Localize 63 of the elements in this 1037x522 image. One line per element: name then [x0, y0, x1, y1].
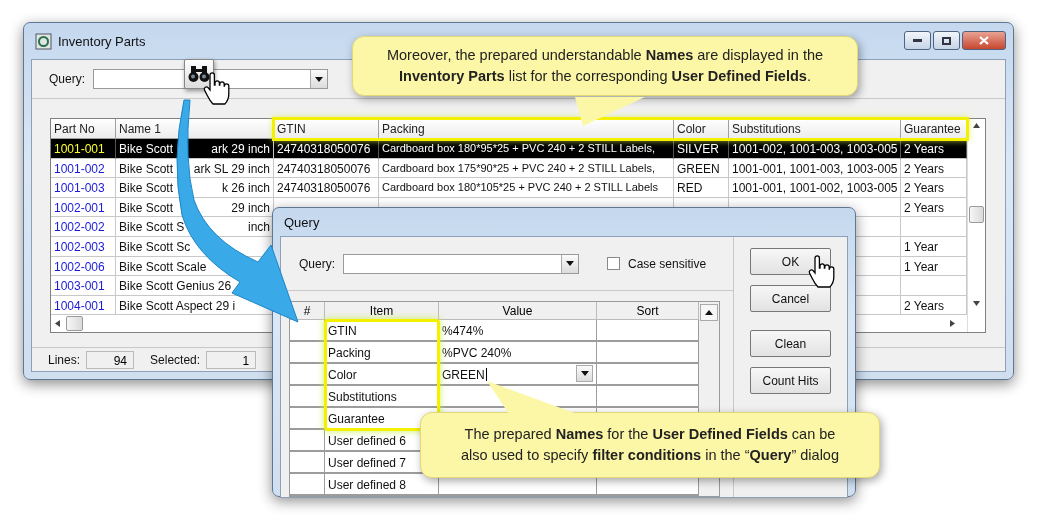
value-dropdown[interactable]: GREEN: [439, 364, 597, 386]
name-text: Bike Scott Scale: [119, 259, 207, 276]
table-cell: 2 Years: [901, 139, 967, 159]
table-cell: SILVER: [674, 139, 729, 159]
value-field[interactable]: %PVC 240%: [439, 342, 597, 364]
dialog-button[interactable]: Count Hits: [750, 367, 831, 394]
table-cell: 24740318050076: [274, 139, 379, 159]
name-text: k 26 inch: [221, 181, 270, 197]
column-header[interactable]: GTIN: [274, 119, 379, 139]
name-text: inch: [248, 220, 270, 236]
item-cell: Packing: [325, 342, 439, 364]
table-row[interactable]: 1001-001 Bike Scott ark 29 inch 24740318050076 Cardboard box 180*95*25 + PVC 240 + 2 STILL Labels, SILVER 1001-002, 1001-003, 1003-005 2 Years: [51, 139, 967, 159]
item-cell: Color: [325, 364, 439, 386]
table-row[interactable]: 1001-003 Bike Scott k 26 inch 24740318050076 Cardboard box 180*105*25 + PVC 240 + 2 STILL Labels RED 1001-001, 1001-002, 1003-005 2 Years: [51, 178, 967, 198]
table-cell: 1003-001: [51, 276, 116, 296]
checkbox-label: Case sensitive: [628, 256, 707, 271]
column-header[interactable]: Name 1: [116, 119, 274, 139]
column-header: Item: [325, 302, 439, 320]
table-cell: 1004-001: [51, 295, 116, 316]
query-label: Query:: [49, 72, 85, 86]
selected-count: 1: [206, 350, 257, 369]
selected-label: Selected:: [150, 352, 201, 367]
table-cell: Cardboard box 180*105*25 + PVC 240 + 2 STILL Labels: [379, 178, 674, 198]
column-header[interactable]: Packing: [379, 119, 674, 139]
name-text: Bike Scott S: [119, 220, 185, 236]
table-cell: 2 Years: [901, 178, 967, 198]
column-header[interactable]: Color: [674, 119, 729, 139]
name-text: Bike Scott Genius 26: [119, 279, 232, 295]
item-cell: Substitutions: [325, 386, 439, 408]
name-text: Bike Scott: [119, 142, 174, 158]
table-cell: 2 Years: [901, 295, 967, 316]
table-cell: 1001-001, 1001-002, 1003-005: [729, 178, 901, 198]
lines-count: 94: [86, 350, 135, 369]
window-title: Inventory Parts: [58, 33, 146, 49]
table-cell: RED: [674, 178, 729, 198]
table-cell: 1001-003: [51, 178, 116, 198]
column-header[interactable]: Substitutions: [729, 119, 901, 139]
item-cell: User defined 8: [325, 474, 439, 496]
table-cell: 1001-002, 1001-003, 1003-005: [729, 139, 901, 159]
name-text: Bike Scott: [119, 161, 174, 178]
table-cell: Cardboard box 180*95*25 + PVC 240 + 2 STILL Labels,: [379, 139, 674, 159]
column-header: Sort: [597, 302, 699, 320]
name-text: Bike Scott: [119, 200, 174, 217]
table-cell: 24740318050076: [274, 178, 379, 198]
name-text: 29 inch: [231, 200, 270, 217]
table-cell: 1001-001: [51, 139, 116, 159]
item-cell: GTIN: [325, 320, 439, 342]
table-cell: 1 Year: [901, 236, 967, 257]
table-cell: 1002-002: [51, 217, 116, 237]
query-label: Query:: [299, 256, 335, 271]
table-cell: 1002-003: [51, 236, 116, 257]
column-header[interactable]: Guarantee: [901, 119, 967, 139]
column-header[interactable]: Part No: [51, 119, 116, 139]
column-header: Value: [439, 302, 597, 320]
value-field[interactable]: %474%: [439, 320, 597, 342]
name-text: Bike Scott Sc: [119, 239, 191, 256]
name-text: Bike Scott: [119, 181, 174, 197]
dialog-button[interactable]: Clean: [750, 330, 831, 357]
dialog-button[interactable]: Cancel: [750, 285, 831, 312]
name-text: ark 29 inch: [211, 142, 270, 158]
lines-label: Lines:: [48, 352, 81, 367]
name-text: ark SL 29 inch: [193, 161, 270, 178]
name-text: Bike Scott Aspect 29 i: [119, 298, 236, 315]
